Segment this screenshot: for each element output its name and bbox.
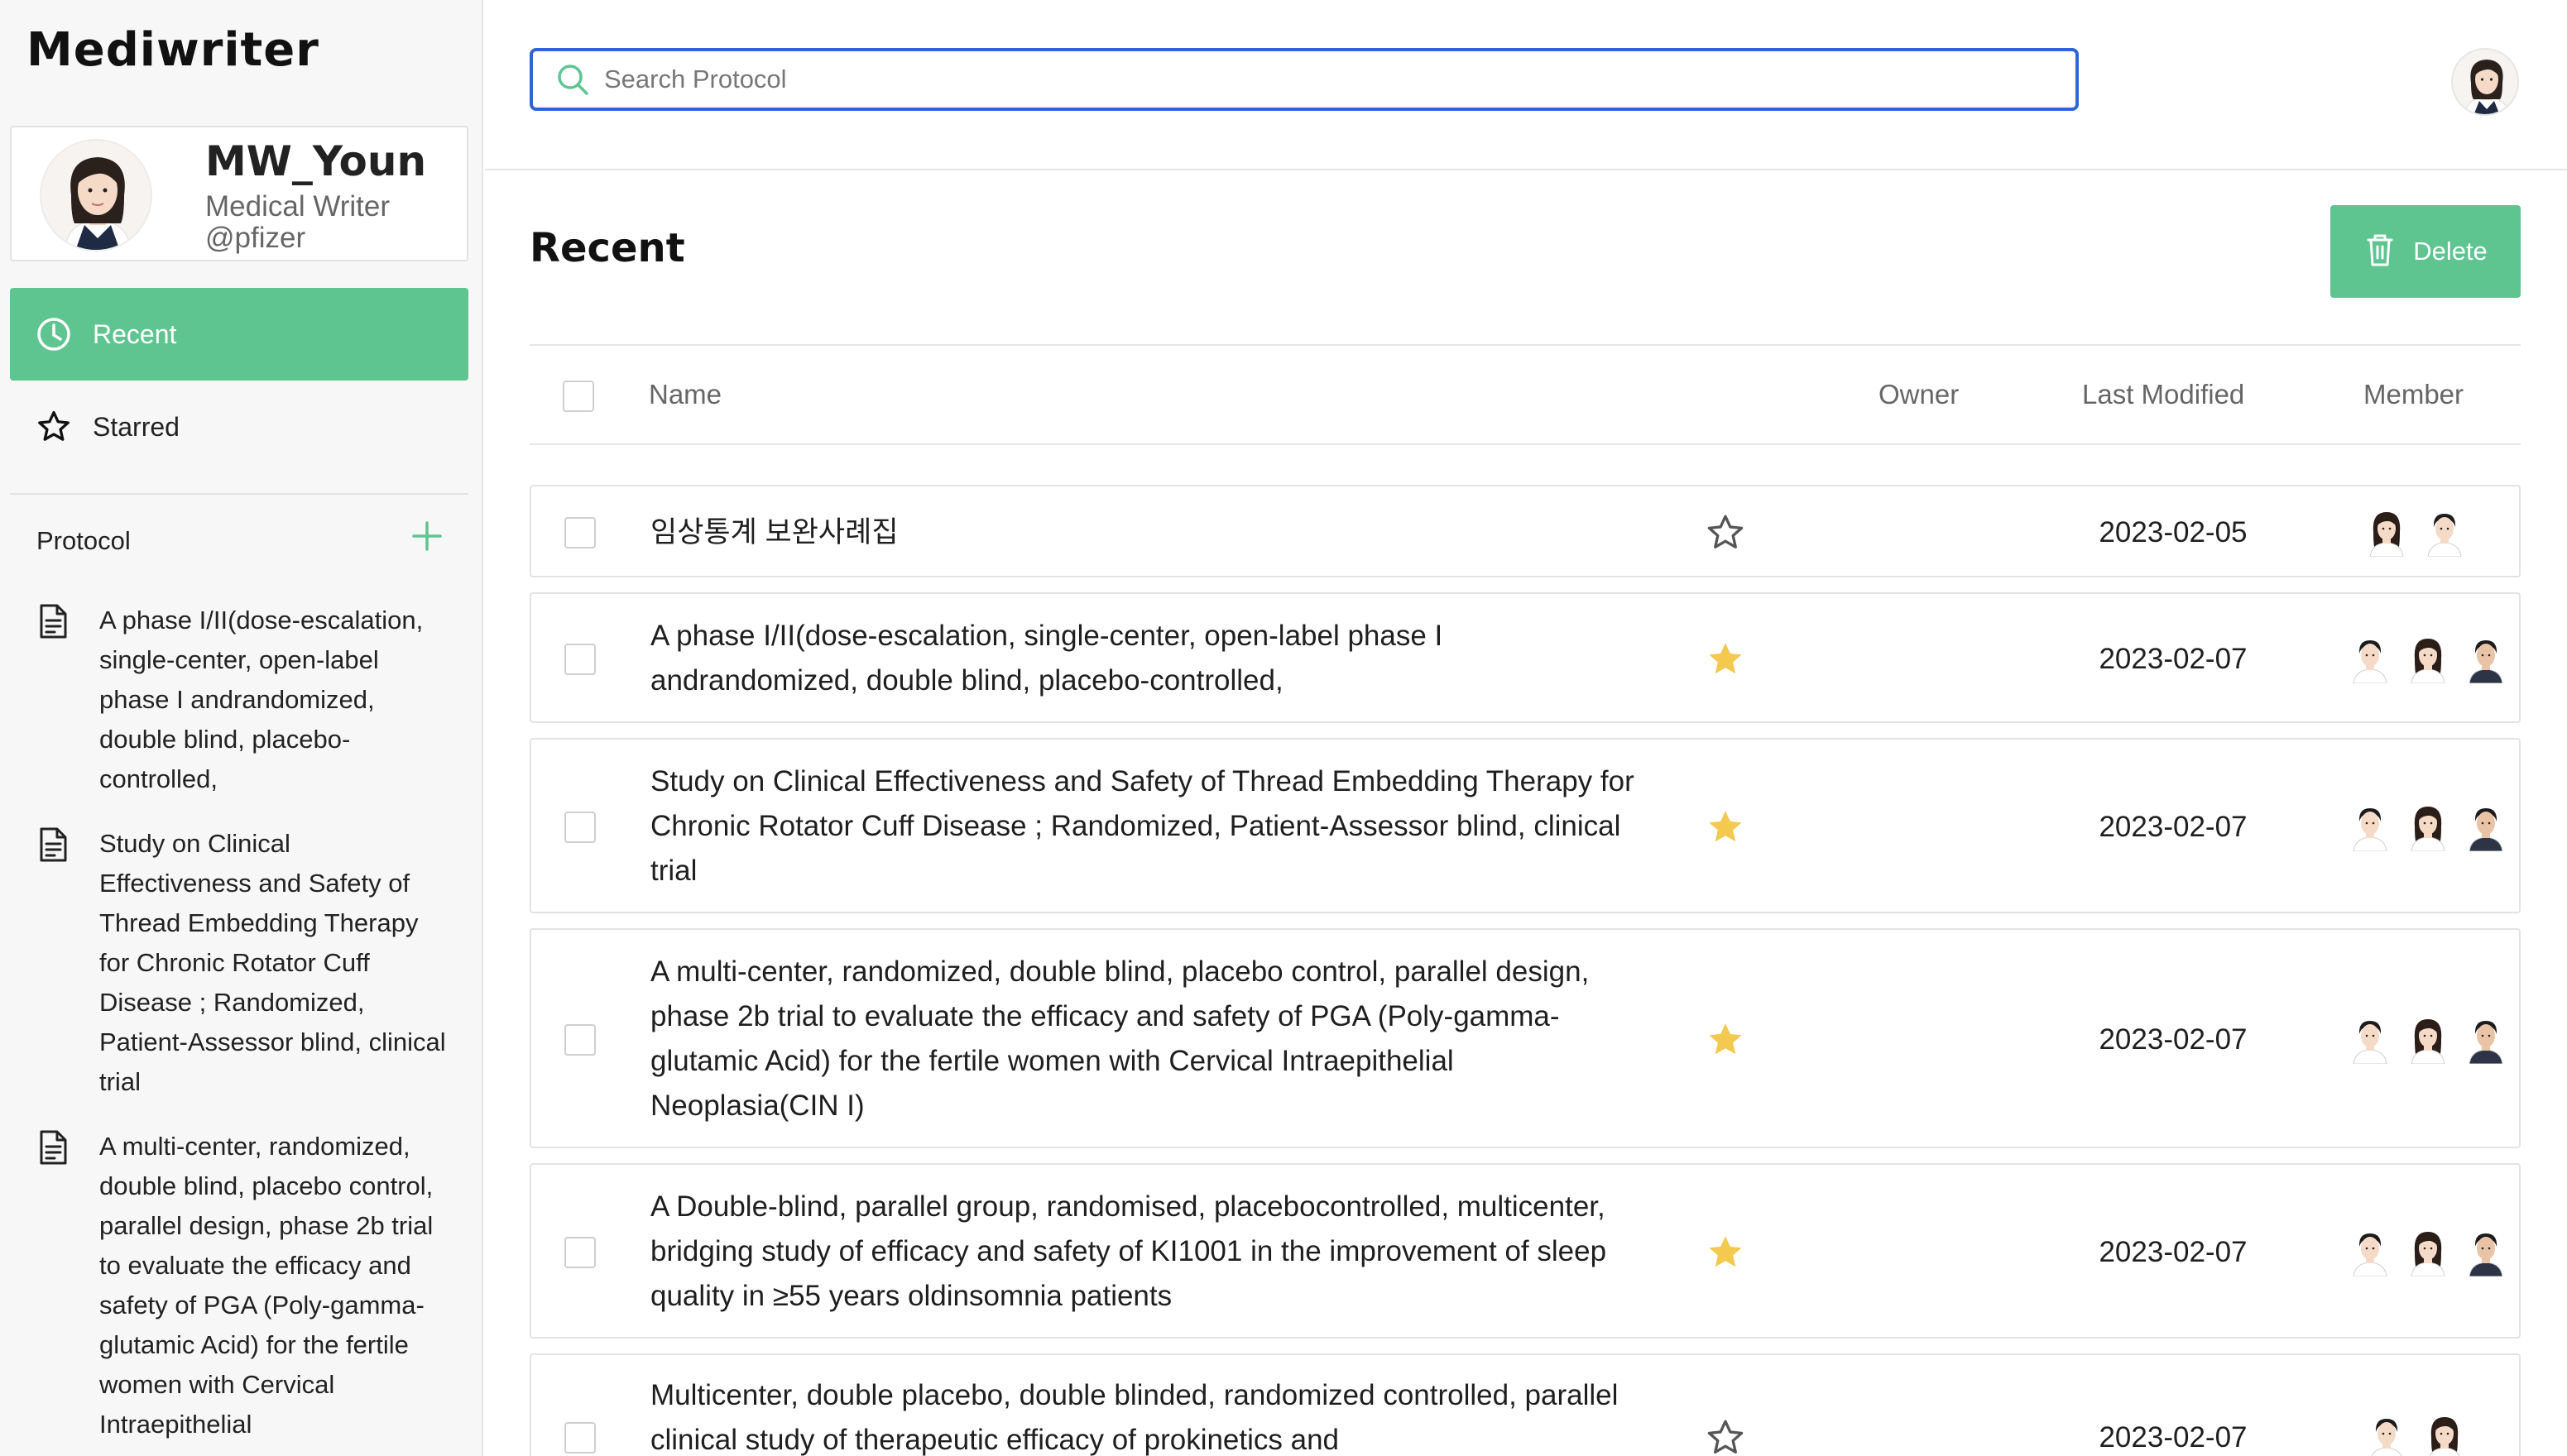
- nav-recent-label: Recent: [93, 318, 177, 349]
- row-last-modified: 2023-02-07: [2099, 811, 2248, 843]
- member-avatar[interactable]: [2423, 509, 2466, 558]
- row-last-modified: 2023-02-07: [2099, 1236, 2248, 1268]
- search-box[interactable]: [530, 48, 2079, 111]
- star-filled-icon[interactable]: [1705, 807, 1746, 848]
- delete-button[interactable]: Delete: [2330, 205, 2521, 298]
- member-avatar[interactable]: [2349, 1016, 2392, 1065]
- member-avatar[interactable]: [2349, 1228, 2392, 1277]
- table-header: Name Owner Last Modified Member: [530, 344, 2521, 445]
- row-name[interactable]: A phase I/II(dose-escalation, single-cen…: [650, 614, 1643, 703]
- member-avatar[interactable]: [2406, 1228, 2449, 1277]
- star-filled-icon[interactable]: [1705, 1019, 1746, 1061]
- top-bar: [485, 0, 2567, 170]
- member-avatars: [2349, 1228, 2522, 1277]
- member-avatar[interactable]: [2423, 1414, 2466, 1456]
- table-row[interactable]: A multi-center, randomized, double blind…: [530, 928, 2521, 1148]
- column-last-modified[interactable]: Last Modified: [2082, 379, 2244, 410]
- row-name[interactable]: Study on Clinical Effectiveness and Safe…: [650, 759, 1643, 893]
- member-avatars: [2365, 509, 2481, 558]
- star-filled-icon[interactable]: [1705, 639, 1746, 680]
- document-icon: [36, 1128, 73, 1168]
- protocol-item-label: A multi-center, randomized, double blind…: [99, 1132, 434, 1439]
- select-all-checkbox[interactable]: [563, 381, 594, 412]
- member-avatar[interactable]: [2365, 1414, 2408, 1456]
- profile-name: MW_Youn: [205, 137, 427, 185]
- nav-starred-label: Starred: [93, 411, 180, 442]
- row-checkbox[interactable]: [564, 517, 596, 548]
- star-outline-icon: [35, 408, 73, 446]
- row-checkbox[interactable]: [564, 812, 596, 843]
- member-avatars: [2365, 1414, 2481, 1456]
- app-logo[interactable]: Mediwriter: [26, 23, 319, 77]
- protocol-list: A phase I/II(dose-escalation, single-cen…: [36, 601, 450, 1456]
- protocol-item-label: A phase I/II(dose-escalation, single-cen…: [99, 606, 424, 793]
- table-row[interactable]: A phase I/II(dose-escalation, single-cen…: [530, 592, 2521, 723]
- member-avatar[interactable]: [2406, 803, 2449, 852]
- profile-card[interactable]: MW_Youn Medical Writer @pfizer: [10, 126, 468, 261]
- row-checkbox[interactable]: [564, 1024, 596, 1056]
- document-icon: [36, 826, 73, 865]
- protocol-item[interactable]: Study on Clinical Effectiveness and Safe…: [36, 824, 450, 1102]
- member-avatar[interactable]: [2406, 1016, 2449, 1065]
- table-row[interactable]: A Double-blind, parallel group, randomis…: [530, 1163, 2521, 1339]
- row-last-modified: 2023-02-07: [2099, 1421, 2248, 1454]
- row-name[interactable]: A multi-center, randomized, double blind…: [650, 950, 1643, 1128]
- member-avatars: [2349, 1016, 2522, 1065]
- plus-icon[interactable]: [409, 518, 445, 554]
- column-name[interactable]: Name: [649, 379, 722, 410]
- protocol-item[interactable]: A multi-center, randomized, double blind…: [36, 1127, 450, 1444]
- table-row[interactable]: Multicenter, double placebo, double blin…: [530, 1353, 2521, 1456]
- member-avatar[interactable]: [2406, 635, 2449, 684]
- star-filled-icon[interactable]: [1705, 1232, 1746, 1273]
- profile-avatar: [40, 139, 152, 251]
- page-title: Recent: [530, 225, 685, 271]
- search-icon: [554, 61, 591, 98]
- nav-starred[interactable]: Starred: [10, 381, 468, 473]
- member-avatar[interactable]: [2464, 803, 2507, 852]
- row-name[interactable]: 임상통계 보완사례집: [650, 510, 1643, 555]
- sidebar: Mediwriter MW_Youn Medical Writer @pfize…: [0, 0, 483, 1456]
- search-input[interactable]: [604, 65, 2044, 94]
- member-avatar[interactable]: [2464, 635, 2507, 684]
- sidebar-divider: [10, 493, 468, 495]
- document-icon: [36, 602, 73, 642]
- member-avatar[interactable]: [2349, 635, 2392, 684]
- star-outline-icon[interactable]: [1705, 512, 1746, 553]
- member-avatars: [2349, 635, 2522, 684]
- protocol-item-label: Study on Clinical Effectiveness and Safe…: [99, 829, 446, 1096]
- delete-button-label: Delete: [2413, 237, 2488, 266]
- row-last-modified: 2023-02-07: [2099, 643, 2248, 675]
- trash-icon: [2363, 232, 2397, 272]
- member-avatars: [2349, 803, 2522, 852]
- user-avatar[interactable]: [2451, 48, 2519, 116]
- column-owner[interactable]: Owner: [1878, 379, 1959, 410]
- protocol-header: Protocol: [36, 526, 131, 555]
- row-checkbox[interactable]: [564, 1422, 596, 1454]
- clock-icon: [35, 315, 73, 353]
- row-checkbox[interactable]: [564, 644, 596, 675]
- row-name[interactable]: A Double-blind, parallel group, randomis…: [650, 1185, 1643, 1319]
- profile-org: @pfizer: [205, 222, 306, 254]
- row-last-modified: 2023-02-05: [2099, 516, 2248, 548]
- member-avatar[interactable]: [2365, 509, 2408, 558]
- star-outline-icon[interactable]: [1705, 1417, 1746, 1456]
- nav-recent[interactable]: Recent: [10, 288, 468, 381]
- table-row[interactable]: Study on Clinical Effectiveness and Safe…: [530, 738, 2521, 913]
- column-member[interactable]: Member: [2363, 379, 2464, 410]
- table-row[interactable]: 임상통계 보완사례집 2023-02-05: [530, 485, 2521, 577]
- member-avatar[interactable]: [2349, 803, 2392, 852]
- row-name[interactable]: Multicenter, double placebo, double blin…: [650, 1373, 1643, 1456]
- member-avatar[interactable]: [2464, 1016, 2507, 1065]
- protocol-item[interactable]: A phase I/II(dose-escalation, single-cen…: [36, 601, 450, 799]
- row-last-modified: 2023-02-07: [2099, 1023, 2248, 1056]
- member-avatar[interactable]: [2464, 1228, 2507, 1277]
- profile-role: Medical Writer: [205, 190, 391, 223]
- row-checkbox[interactable]: [564, 1237, 596, 1268]
